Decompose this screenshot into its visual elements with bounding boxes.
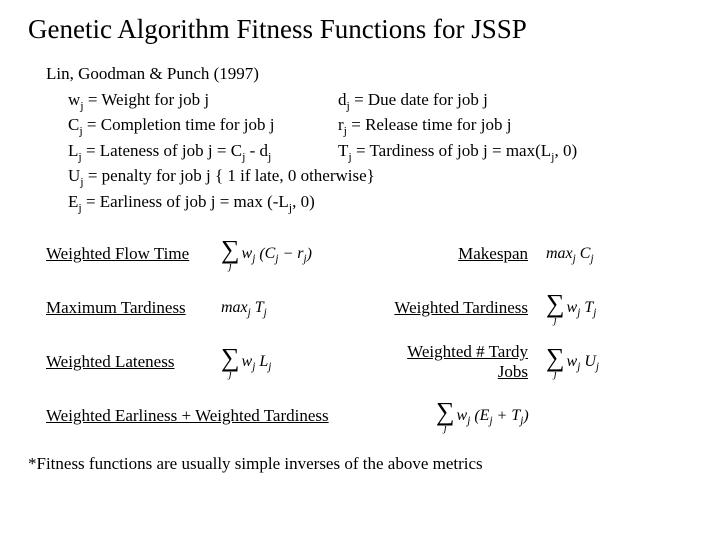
def-r: rj = Release time for job j xyxy=(338,112,692,138)
formula-makespan: maxj Cj xyxy=(546,245,692,263)
def-C: Cj = Completion time for job j xyxy=(68,112,338,138)
label-makespan: Makespan xyxy=(381,244,546,264)
def-d: dj = Due date for job j xyxy=(338,87,692,113)
label-weighted-tardiness: Weighted Tardiness xyxy=(381,298,546,318)
def-row: Cj = Completion time for job j rj = Rele… xyxy=(68,112,692,138)
label-weighted-lateness: Weighted Lateness xyxy=(46,352,221,372)
metric-row: Weighted Lateness ∑jwj Lj Weighted # Tar… xyxy=(46,342,692,382)
sigma-icon: ∑j xyxy=(546,345,565,380)
sigma-icon: ∑j xyxy=(221,345,240,380)
metric-row: Maximum Tardiness maxj Tj Weighted Tardi… xyxy=(46,288,692,328)
slide: Genetic Algorithm Fitness Functions for … xyxy=(0,0,720,474)
formula-weighted-tardiness: ∑jwj Tj xyxy=(546,291,692,326)
def-T: Tj = Tardiness of job j = max(Lj, 0) xyxy=(338,138,692,164)
metric-row: Weighted Earliness + Weighted Tardiness … xyxy=(46,396,692,436)
label-weighted-earliness-tardiness: Weighted Earliness + Weighted Tardiness xyxy=(46,406,376,426)
label-maximum-tardiness: Maximum Tardiness xyxy=(46,298,221,318)
def-row: Lj = Lateness of job j = Cj - dj Tj = Ta… xyxy=(68,138,692,164)
def-U: Uj = penalty for job j { 1 if late, 0 ot… xyxy=(68,163,692,189)
sigma-icon: ∑j xyxy=(221,237,240,272)
sigma-icon: ∑j xyxy=(436,399,455,434)
def-w: wj = Weight for job j xyxy=(68,87,338,113)
citation-line: Lin, Goodman & Punch (1997) xyxy=(46,61,692,87)
definitions-block: Lin, Goodman & Punch (1997) wj = Weight … xyxy=(46,61,692,214)
label-weighted-tardy-jobs: Weighted # Tardy Jobs xyxy=(381,342,546,382)
sigma-icon: ∑j xyxy=(546,291,565,326)
def-E: Ej = Earliness of job j = max (-Lj, 0) xyxy=(68,189,692,215)
formula-maximum-tardiness: maxj Tj xyxy=(221,299,381,317)
formula-weighted-flow-time: ∑jwj (Cj − rj) xyxy=(221,237,381,272)
metric-row: Weighted Flow Time ∑jwj (Cj − rj) Makesp… xyxy=(46,234,692,274)
def-row: wj = Weight for job j dj = Due date for … xyxy=(68,87,692,113)
def-L: Lj = Lateness of job j = Cj - dj xyxy=(68,138,338,164)
formula-weighted-tardy-jobs: ∑jwj Uj xyxy=(546,345,692,380)
label-weighted-flow-time: Weighted Flow Time xyxy=(46,244,221,264)
metrics-block: Weighted Flow Time ∑jwj (Cj − rj) Makesp… xyxy=(46,234,692,436)
formula-weighted-lateness: ∑jwj Lj xyxy=(221,345,381,380)
footnote: *Fitness functions are usually simple in… xyxy=(28,454,692,474)
formula-weighted-earliness-tardiness: ∑jwj (Ej + Tj) xyxy=(436,399,692,434)
slide-title: Genetic Algorithm Fitness Functions for … xyxy=(28,14,692,45)
